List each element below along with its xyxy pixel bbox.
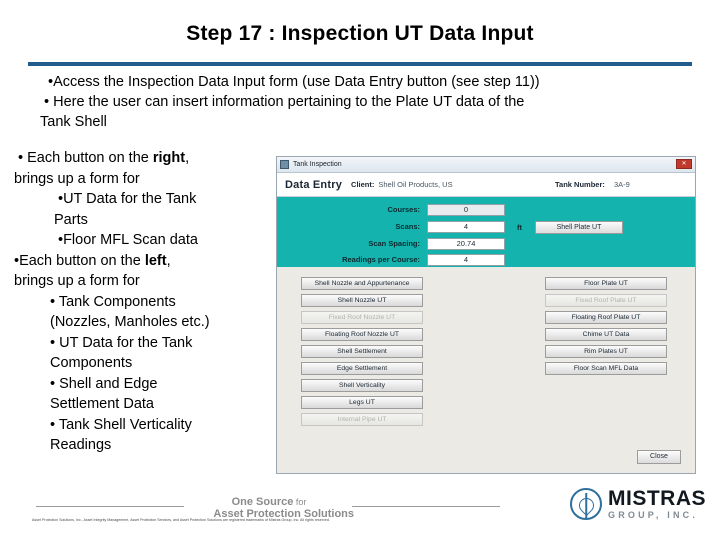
left-description-column: • Each button on the right, brings up a … [14,148,272,456]
app-window-title: Tank Inspection [293,161,342,168]
right-button-column: Floor Plate UT Fixed Roof Plate UT Float… [545,277,667,379]
company-tagline: One Source for Asset Protection Solution… [184,496,354,520]
left-sub-bullet-3: • Shell and Edge [50,375,158,392]
app-title-bar: Tank Inspection ✕ [277,157,695,173]
field-row-courses: Courses: 0 [277,203,695,216]
button-chime-ut-data[interactable]: Chime UT Data [545,328,667,341]
readings-per-course-input[interactable]: 4 [427,253,505,266]
button-rim-plates-ut[interactable]: Rim Plates UT [545,345,667,358]
button-edge-settlement[interactable]: Edge Settlement [301,362,423,375]
left-button-column: Shell Nozzle and Appurtenance Shell Nozz… [301,277,423,430]
tank-number-value: 3A-9 [614,180,630,189]
right-sub-bullet-2: •Floor MFL Scan data [58,232,198,248]
right-buttons-bullet-cont: brings up a form for [14,170,140,187]
field-row-scans: Scans: 4 [277,220,695,233]
button-fixed-roof-plate-ut: Fixed Roof Plate UT [545,294,667,307]
left-sub-bullet-1: • Tank Components [50,293,176,310]
intro-bullet-2-cont: Tank Shell [40,114,107,130]
tagline-for: for [293,497,307,507]
app-icon [280,160,289,169]
right-buttons-bullet: • Each button on the right, [14,148,272,169]
intro-bullet-1: •Access the Inspection Data Input form (… [48,74,540,90]
courses-input[interactable]: 0 [427,203,505,216]
scan-spacing-label: Scan Spacing: [368,239,420,248]
left-buttons-bullet-emphasis: left [144,252,167,269]
right-buttons-bullet-pre: • Each button on the [18,150,153,166]
footer-divider-right [352,506,500,507]
scan-spacing-unit-label: ft [517,223,522,232]
scans-input[interactable]: 4 [427,220,505,233]
button-floor-scan-mfl-data[interactable]: Floor Scan MFL Data [545,362,667,375]
page-title: Step 17 : Inspection UT Data Input [186,22,534,45]
left-buttons-bullet-pre: •Each button on the [14,252,145,269]
button-legs-ut[interactable]: Legs UT [301,396,423,409]
scan-parameters-panel: Courses: 0 Scans: 4 Scan Spacing: 20.74 … [277,197,695,267]
logo-company-suffix: GROUP, INC. [608,510,699,520]
close-icon[interactable]: ✕ [676,159,692,169]
right-buttons-bullet-emphasis: right [152,150,186,166]
logo-company-name: MISTRAS [608,487,706,510]
left-buttons-bullet-post: , [166,252,171,269]
button-shell-nozzle-ut[interactable]: Shell Nozzle UT [301,294,423,307]
tank-number-label: Tank Number: [555,180,605,189]
client-value: Shell Oil Products, US [378,180,453,189]
mistras-wordmark: MISTRAS GROUP, INC. [608,488,706,520]
close-button[interactable]: Close [637,450,681,464]
button-floor-plate-ut[interactable]: Floor Plate UT [545,277,667,290]
left-buttons-bullet-cont: brings up a form for [14,273,140,289]
right-buttons-bullet-post: , [185,150,190,166]
right-sub-bullet-1: •UT Data for the Tank [58,191,197,207]
form-title: Data Entry [285,178,343,191]
intro-bullet-2: • Here the user can insert information p… [44,94,525,110]
button-floating-roof-nozzle-ut[interactable]: Floating Roof Nozzle UT [301,328,423,341]
button-shell-settlement[interactable]: Shell Settlement [301,345,423,358]
tagline-line-1: One Source for [184,496,354,508]
button-internal-pipe-ut: Internal Pipe UT [301,413,423,426]
button-fixed-roof-nozzle-ut: Fixed Roof Nozzle UT [301,311,423,324]
left-buttons-bullet: •Each button on the left, [14,251,272,272]
field-row-readings-per-course: Readings per Course: 4 [277,253,695,266]
left-sub-bullet-1-cont: (Nozzles, Manholes etc.) [50,314,210,330]
field-row-scan-spacing: Scan Spacing: 20.74 [277,237,695,250]
footer-divider-left [36,506,184,507]
left-sub-bullet-4: • Tank Shell Verticality [50,416,192,433]
button-shell-verticality[interactable]: Shell Verticality [301,379,423,392]
client-label: Client: [351,180,375,189]
tank-inspection-app-screenshot: Tank Inspection ✕ Data Entry Client: She… [276,156,696,474]
left-sub-bullet-3-cont: Settlement Data [50,396,154,412]
mistras-logo: MISTRAS GROUP, INC. [570,488,706,520]
right-sub-bullet-1-cont: Parts [54,211,88,228]
footer-legal-text: Asset Protection Solutions, Inc., Asset … [32,518,330,522]
app-button-area: Shell Nozzle and Appurtenance Shell Nozz… [277,267,695,472]
shell-plate-ut-button[interactable]: Shell Plate UT [535,221,623,234]
button-floating-roof-plate-ut[interactable]: Floating Roof Plate UT [545,311,667,324]
button-shell-nozzle-and-appurtenance[interactable]: Shell Nozzle and Appurtenance [301,277,423,290]
courses-label: Courses: [387,205,420,214]
left-sub-bullet-2: • UT Data for the Tank [50,334,193,351]
mistras-emblem-icon [570,488,602,520]
left-sub-bullet-4-cont: Readings [50,437,112,453]
scans-label: Scans: [395,222,420,231]
readings-per-course-label: Readings per Course: [342,255,420,264]
tagline-one-source: One Source [231,496,294,508]
left-sub-bullet-2-cont: Components [50,355,133,371]
intro-bullets: •Access the Inspection Data Input form (… [34,72,694,132]
title-divider [28,62,692,66]
scan-spacing-input[interactable]: 20.74 [427,237,505,250]
data-entry-header: Data Entry Client: Shell Oil Products, U… [277,173,695,197]
